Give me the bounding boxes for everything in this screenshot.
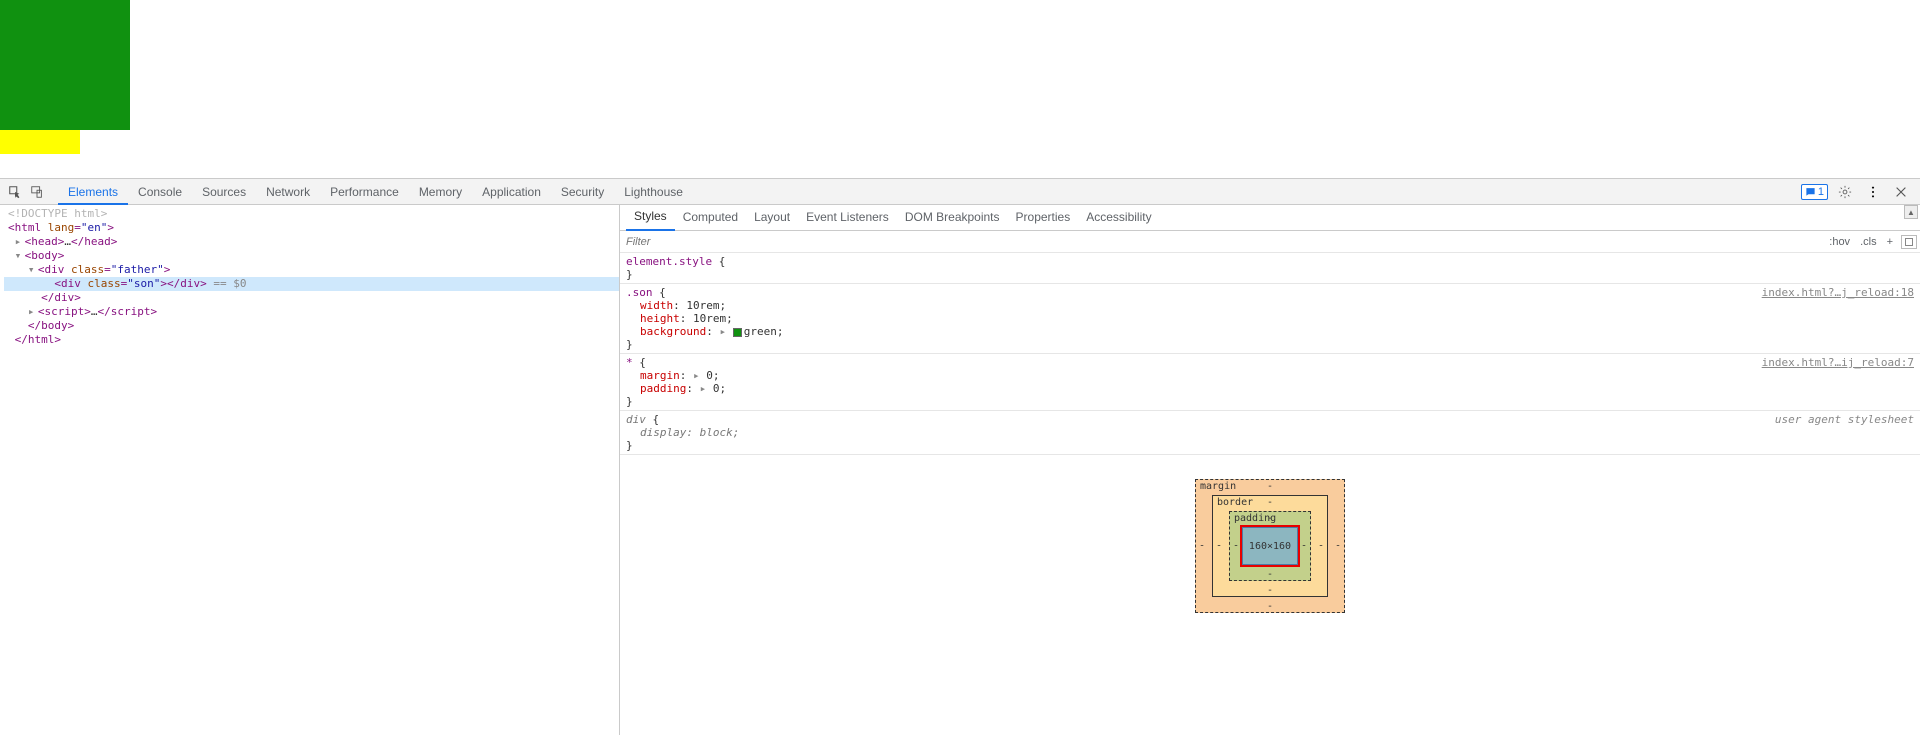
tab-lighthouse[interactable]: Lighthouse [614,179,693,205]
tab-application[interactable]: Application [472,179,551,205]
dom-script[interactable]: <script> [38,305,91,318]
tab-sources[interactable]: Sources [192,179,256,205]
rule-div-ua[interactable]: user agent stylesheet div { display: blo… [620,411,1920,455]
styles-sub-tabs: Styles Computed Layout Event Listeners D… [620,205,1920,231]
dom-selected-line[interactable]: <div class="son"></div> == $0 [4,277,619,291]
dom-father-close[interactable]: </div> [41,291,81,304]
color-swatch-icon[interactable] [733,328,742,337]
gear-icon[interactable] [1834,181,1856,203]
ua-stylesheet-label: user agent stylesheet [1775,413,1914,426]
rendered-son-div [0,0,130,130]
bm-padding[interactable]: padding - - - - 160×160 [1229,511,1311,581]
issues-badge[interactable]: 1 [1801,184,1828,200]
tab-network[interactable]: Network [256,179,320,205]
toolbar-right: 1 [1801,181,1916,203]
dom-father-open[interactable]: <div class="father"> [38,263,170,276]
subtab-accessibility[interactable]: Accessibility [1078,205,1159,230]
scroll-up-icon[interactable]: ▲ [1904,205,1918,219]
kebab-icon[interactable] [1862,181,1884,203]
tab-elements[interactable]: Elements [58,179,128,205]
box-model-diagram: margin - - - - border - - - - padding [620,455,1920,637]
devtools-panel: Elements Console Sources Network Perform… [0,178,1920,735]
elements-tree[interactable]: <!DOCTYPE html> <html lang="en"> ▸<head>… [0,205,620,735]
dom-html-open[interactable]: <html lang="en"> [8,221,114,234]
rule-universal[interactable]: index.html?…ij_reload:7 * { margin: ▸ 0;… [620,354,1920,411]
subtab-properties[interactable]: Properties [1008,205,1079,230]
hov-toggle[interactable]: :hov [1824,236,1855,248]
dom-doctype[interactable]: <!DOCTYPE html> [8,207,107,220]
dom-body-close[interactable]: </body> [28,319,74,332]
yellow-highlight [0,130,80,154]
new-style-rule-icon[interactable]: + [1882,236,1898,248]
styles-pane: Styles Computed Layout Event Listeners D… [620,205,1920,735]
bm-content[interactable]: 160×160 [1240,525,1300,567]
tab-console[interactable]: Console [128,179,192,205]
rule-source-link[interactable]: index.html?…ij_reload:7 [1762,356,1914,369]
inspect-icon[interactable] [4,181,26,203]
subtab-styles[interactable]: Styles [626,204,675,231]
page-viewport [0,0,1920,178]
style-rules: element.style { } index.html?…j_reload:1… [620,253,1920,455]
cls-toggle[interactable]: .cls [1855,236,1882,248]
devtools-tabs: Elements Console Sources Network Perform… [58,179,693,205]
dom-head[interactable]: <head> [25,235,65,248]
rule-source-link[interactable]: index.html?…j_reload:18 [1762,286,1914,299]
bm-border[interactable]: border - - - - padding - - - - [1212,495,1328,597]
subtab-layout[interactable]: Layout [746,205,798,230]
bm-content-size: 160×160 [1249,541,1291,552]
styles-filter-input[interactable] [620,236,1824,248]
rule-son[interactable]: index.html?…j_reload:18 .son { width: 10… [620,284,1920,354]
tab-security[interactable]: Security [551,179,614,205]
subtab-dom-breakpoints[interactable]: DOM Breakpoints [897,205,1008,230]
toggle-computed-sidebar-icon[interactable] [1901,235,1917,249]
close-icon[interactable] [1890,181,1912,203]
tab-memory[interactable]: Memory [409,179,472,205]
styles-filter-row: :hov .cls + ▲ [620,231,1920,253]
dom-html-close[interactable]: </html> [15,333,61,346]
bm-margin[interactable]: margin - - - - border - - - - padding [1195,479,1345,613]
issues-count: 1 [1818,186,1824,198]
devtools-toolbar: Elements Console Sources Network Perform… [0,179,1920,205]
tab-performance[interactable]: Performance [320,179,409,205]
subtab-computed[interactable]: Computed [675,205,746,230]
devtools-split: <!DOCTYPE html> <html lang="en"> ▸<head>… [0,205,1920,735]
device-toggle-icon[interactable] [26,181,48,203]
subtab-event-listeners[interactable]: Event Listeners [798,205,897,230]
dom-body-open[interactable]: <body> [25,249,65,262]
rule-element-style[interactable]: element.style { } [620,253,1920,284]
